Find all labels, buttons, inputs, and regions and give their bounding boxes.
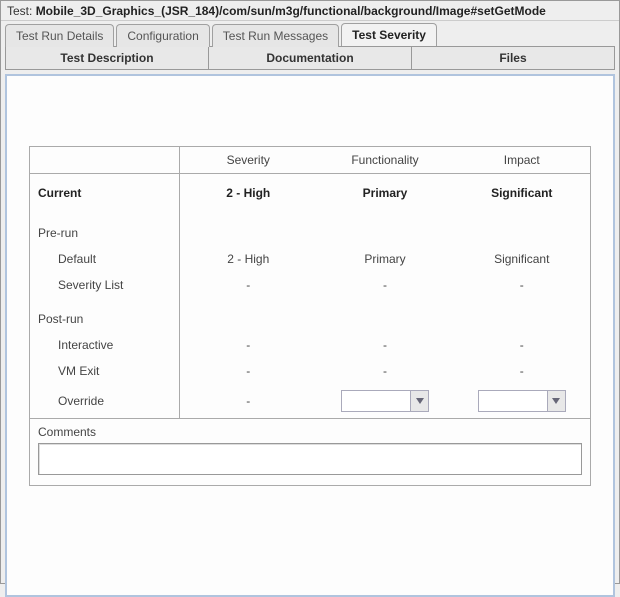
comments-label: Comments	[38, 425, 582, 439]
cell-impact: -	[454, 272, 591, 298]
cell-impact-combo	[454, 384, 591, 419]
cell-severity: -	[180, 272, 317, 298]
chevron-down-icon[interactable]	[410, 391, 428, 411]
cell-functionality: -	[317, 272, 454, 298]
subtab-documentation[interactable]: Documentation	[209, 46, 412, 70]
col-impact: Impact	[454, 147, 591, 174]
cell-functionality-combo	[317, 384, 454, 419]
cell-impact: Significant	[454, 246, 591, 272]
row-default: Default 2 - High Primary Significant	[30, 246, 591, 272]
cell-impact: -	[454, 332, 591, 358]
test-window: Test: Mobile_3D_Graphics_(JSR_184)/com/s…	[0, 0, 620, 584]
subtab-test-description[interactable]: Test Description	[5, 46, 209, 70]
cell-functionality: -	[317, 332, 454, 358]
col-functionality: Functionality	[317, 147, 454, 174]
title-path: Mobile_3D_Graphics_(JSR_184)/com/sun/m3g…	[36, 4, 546, 18]
chevron-down-icon[interactable]	[547, 391, 565, 411]
title-bar: Test: Mobile_3D_Graphics_(JSR_184)/com/s…	[1, 1, 619, 21]
comments-input[interactable]	[38, 443, 582, 475]
cell-label: Default	[30, 246, 180, 272]
cell-functionality: Primary	[317, 174, 454, 213]
cell-severity: 2 - High	[180, 246, 317, 272]
cell-label: VM Exit	[30, 358, 180, 384]
row-override: Override -	[30, 384, 591, 419]
severity-table: Severity Functionality Impact Current 2 …	[29, 146, 591, 419]
cell-severity: -	[180, 384, 317, 419]
override-impact-combo[interactable]	[478, 390, 566, 412]
combo-value	[342, 391, 410, 411]
cell-functionality: -	[317, 358, 454, 384]
row-prerun-header: Pre-run	[30, 212, 591, 246]
cell-label: Override	[30, 384, 180, 419]
cell-impact: Significant	[454, 174, 591, 213]
cell-severity: -	[180, 332, 317, 358]
cell-label: Interactive	[30, 332, 180, 358]
row-current: Current 2 - High Primary Significant	[30, 174, 591, 213]
comments-block: Comments	[29, 419, 591, 486]
combo-value	[479, 391, 547, 411]
tab-configuration[interactable]: Configuration	[116, 24, 209, 47]
cell-severity: 2 - High	[180, 174, 317, 213]
cell-label: Current	[30, 174, 180, 213]
tab-test-severity[interactable]: Test Severity	[341, 23, 437, 46]
col-blank	[30, 147, 180, 174]
row-postrun-header: Post-run	[30, 298, 591, 332]
cell-label: Severity List	[30, 272, 180, 298]
table-header-row: Severity Functionality Impact	[30, 147, 591, 174]
tab-test-run-details[interactable]: Test Run Details	[5, 24, 114, 47]
cell-functionality: Primary	[317, 246, 454, 272]
row-severity-list: Severity List - - -	[30, 272, 591, 298]
cell-label: Post-run	[30, 298, 180, 332]
cell-label: Pre-run	[30, 212, 180, 246]
primary-tabs: Test Run Details Configuration Test Run …	[1, 21, 619, 46]
col-severity: Severity	[180, 147, 317, 174]
secondary-tabs: Test Description Documentation Files	[1, 46, 619, 70]
subtab-files[interactable]: Files	[412, 46, 615, 70]
tab-test-run-messages[interactable]: Test Run Messages	[212, 24, 339, 47]
title-label: Test:	[7, 4, 36, 18]
override-functionality-combo[interactable]	[341, 390, 429, 412]
row-interactive: Interactive - - -	[30, 332, 591, 358]
cell-severity: -	[180, 358, 317, 384]
row-vm-exit: VM Exit - - -	[30, 358, 591, 384]
cell-impact: -	[454, 358, 591, 384]
content-frame: Severity Functionality Impact Current 2 …	[5, 74, 615, 597]
